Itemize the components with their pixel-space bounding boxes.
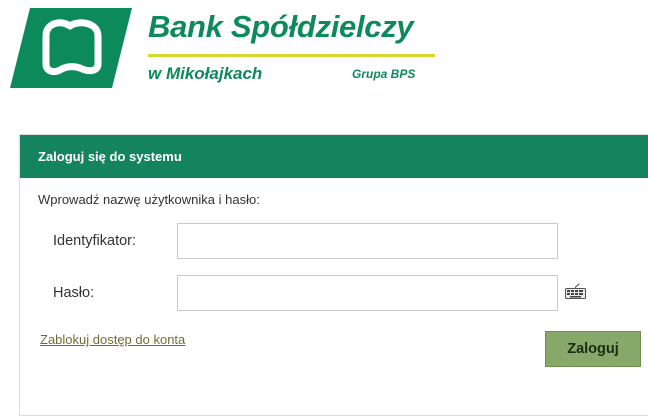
- block-account-link[interactable]: Zablokuj dostęp do konta: [40, 332, 185, 347]
- login-panel-header: Zaloguj się do systemu: [20, 135, 648, 178]
- logo-divider: [148, 54, 435, 57]
- identifier-label: Identyfikator:: [53, 233, 137, 249]
- login-button[interactable]: Zaloguj: [545, 331, 641, 367]
- bank-shield-logo-icon: [10, 8, 132, 88]
- bank-location: w Mikołajkach: [148, 64, 263, 83]
- bank-name: Bank Spółdzielczy: [148, 9, 414, 44]
- login-panel: Zaloguj się do systemu Wprowadź nazwę uż…: [19, 134, 648, 416]
- bank-group: Grupa BPS: [352, 67, 416, 81]
- login-instruction: Wprowadź nazwę użytkownika i hasło:: [38, 192, 260, 207]
- identifier-input[interactable]: [177, 223, 558, 259]
- password-input[interactable]: [177, 275, 558, 311]
- password-label: Hasło:: [53, 285, 95, 301]
- virtual-keyboard-icon[interactable]: [565, 283, 586, 299]
- bank-logo: Bank Spółdzielczy w Mikołajkach Grupa BP…: [0, 0, 648, 105]
